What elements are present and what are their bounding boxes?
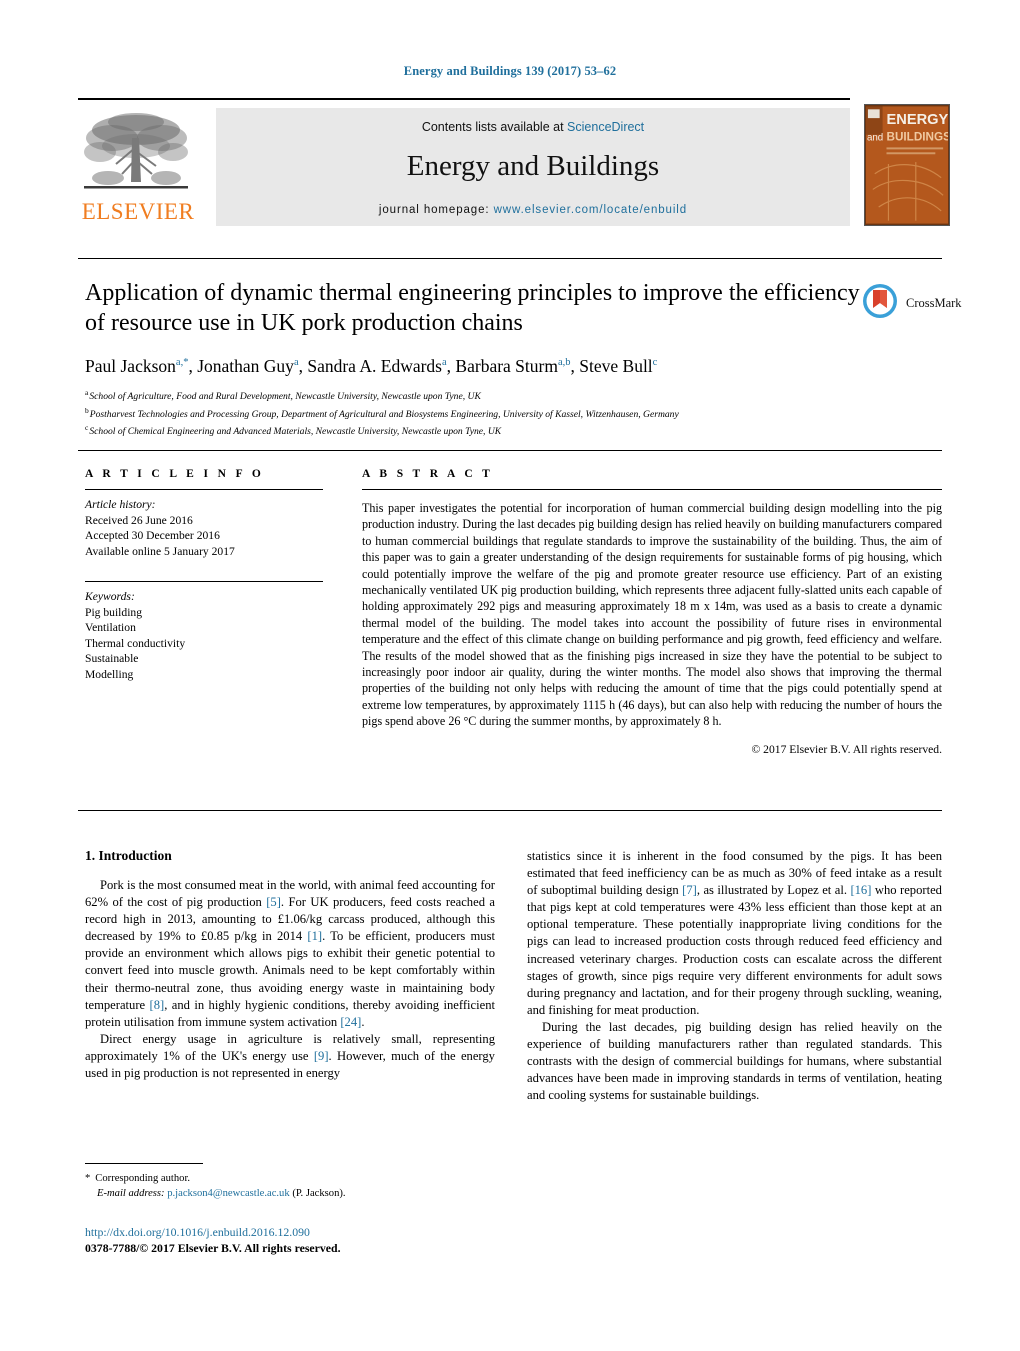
author-affiliation-mark: a [442, 357, 447, 368]
citation-link[interactable]: [1] [307, 929, 322, 943]
crossmark-icon [862, 283, 898, 324]
footnote-rule [85, 1163, 203, 1164]
author-affiliation-mark: a [293, 357, 299, 368]
citation-link[interactable]: [5] [266, 895, 281, 909]
journal-title: Energy and Buildings [406, 150, 660, 182]
svg-text:ENERGY: ENERGY [886, 112, 948, 128]
masthead-top-rule [78, 98, 850, 100]
author-name: Steve Bull [579, 355, 653, 376]
body-paragraph: statistics since it is inherent in the f… [527, 849, 942, 1017]
page-title: Application of dynamic thermal engineeri… [85, 280, 860, 336]
elsevier-wordmark: ELSEVIER [81, 199, 195, 224]
journal-homepage-line: journal homepage: www.elsevier.com/locat… [216, 204, 850, 216]
info-top-rule [78, 450, 942, 451]
author-name: Jonathan Guy [197, 355, 294, 376]
article-history-item: Accepted 30 December 2016 [85, 529, 220, 542]
abstract-heading: A B S T R A C T [362, 468, 494, 480]
keywords-rule [85, 581, 323, 582]
asterisk-icon: * [85, 1173, 91, 1184]
body-paragraph: Pork is the most consumed meat in the wo… [85, 878, 495, 1029]
body-separator-rule [78, 810, 942, 811]
author-name: Paul Jackson [85, 355, 176, 376]
affiliation-list: aSchool of Agriculture, Food and Rural D… [85, 386, 865, 439]
affiliation-row: cSchool of Chemical Engineering and Adva… [85, 421, 865, 439]
abstract-copyright: © 2017 Elsevier B.V. All rights reserved… [751, 742, 942, 756]
title-and-authors: Application of dynamic thermal engineeri… [85, 278, 865, 439]
affiliation-text: School of Chemical Engineering and Advan… [89, 426, 502, 438]
elsevier-logo: ELSEVIER [78, 108, 200, 226]
abstract-rule [362, 489, 942, 490]
author-affiliation-mark: c [652, 357, 658, 368]
affiliation-row: bPostharvest Technologies and Processing… [85, 404, 865, 422]
keyword-item: Pig building [85, 605, 143, 619]
article-history-lines: Received 26 June 2016 Accepted 30 Decembe… [85, 513, 323, 560]
sciencedirect-link[interactable]: ScienceDirect [567, 120, 644, 134]
doi-link[interactable]: http://dx.doi.org/10.1016/j.enbuild.2016… [85, 1224, 585, 1240]
journal-cover-thumbnail: ENERGY and BUILDINGS [864, 104, 950, 226]
body-left-column: 1. Introduction Pork is the most consume… [85, 848, 495, 1082]
citation-link[interactable]: [16] [850, 883, 871, 897]
keyword-item: Sustainable [85, 652, 139, 665]
email-line: E-mail address: p.jackson4@newcastle.ac.… [85, 1187, 505, 1202]
citation-link[interactable]: [7] [682, 883, 697, 897]
email-link[interactable]: p.jackson4@newcastle.ac.uk [167, 1188, 289, 1199]
article-history-item: Received 26 June 2016 [85, 513, 193, 527]
citation-link[interactable]: [9] [314, 1049, 329, 1063]
title-separator-rule [78, 258, 942, 259]
abstract-text: This paper investigates the potential fo… [362, 501, 942, 729]
article-info-rule [85, 489, 323, 490]
author-name: Barbara Sturm [455, 355, 558, 376]
contents-available-line: Contents lists available at ScienceDirec… [216, 108, 850, 134]
abstract-column: A B S T R A C T This paper investigates … [362, 468, 942, 756]
affiliation-text: Postharvest Technologies and Processing … [89, 408, 679, 420]
article-info-heading: A R T I C L E I N F O [85, 468, 265, 480]
svg-text:and: and [867, 133, 883, 144]
keywords-label: Keywords: [85, 590, 135, 603]
article-history-label: Article history: [85, 498, 156, 511]
affiliation-mark: a [85, 387, 89, 397]
citation-link[interactable]: [8] [150, 998, 165, 1012]
page-footer: http://dx.doi.org/10.1016/j.enbuild.2016… [85, 1224, 585, 1256]
journal-cover-art: ENERGY and BUILDINGS [865, 105, 949, 225]
keyword-item: Ventilation [85, 621, 136, 634]
keywords-lines: Pig building Ventilation Thermal conductiv… [85, 605, 323, 683]
email-suffix: (P. Jackson). [292, 1187, 346, 1199]
body-right-column: statistics since it is inherent in the f… [527, 848, 942, 1104]
author-name: Sandra A. Edwards [307, 355, 442, 376]
contents-banner: Contents lists available at ScienceDirec… [216, 108, 850, 226]
crossmark-badge-group[interactable]: CrossMark [862, 283, 962, 327]
corresponding-author-line: * Corresponding author. [85, 1172, 505, 1187]
keyword-item: Thermal conductivity [85, 636, 186, 650]
issn-copyright-line: 0378-7788/© 2017 Elsevier B.V. All right… [85, 1241, 341, 1255]
article-info-column: A R T I C L E I N F O Article history: R… [85, 468, 323, 682]
author-affiliation-mark: a,b [557, 357, 571, 368]
crossmark-label: CrossMark [906, 296, 962, 310]
author-list: Paul Jacksona,*, Jonathan Guya, Sandra A… [85, 355, 658, 376]
journal-masthead: ELSEVIER Contents lists available at Sci… [78, 98, 950, 230]
affiliation-text: School of Agriculture, Food and Rural De… [89, 391, 481, 403]
running-head: Energy and Buildings 139 (2017) 53–62 [403, 64, 617, 78]
paper-page: Energy and Buildings 139 (2017) 53–62 EL… [0, 0, 1020, 1351]
corresponding-author-footnote: * Corresponding author. E-mail address: p… [85, 1172, 505, 1201]
affiliation-row: aSchool of Agriculture, Food and Rural D… [85, 386, 865, 404]
author-affiliation-mark: a,* [175, 357, 189, 368]
keyword-item: Modelling [85, 667, 134, 681]
elsevier-tree-icon [84, 113, 188, 189]
affiliation-mark: c [85, 423, 89, 433]
article-history-item: Available online 5 January 2017 [85, 544, 235, 558]
section-heading-introduction: 1. Introduction [85, 848, 172, 863]
contents-prefix: Contents lists available at [421, 120, 564, 134]
email-label: E-mail address: [97, 1187, 165, 1199]
affiliation-mark: b [85, 405, 89, 415]
journal-homepage-link[interactable]: www.elsevier.com/locate/enbuild [494, 204, 687, 216]
right-column-paragraphs: statistics since it is inherent in the f… [527, 848, 942, 1104]
corresponding-author-text: Corresponding author. [95, 1173, 191, 1184]
left-column-paragraphs: Pork is the most consumed meat in the wo… [85, 877, 495, 1082]
citation-link[interactable]: [24] [340, 1015, 361, 1029]
svg-text:BUILDINGS: BUILDINGS [886, 131, 949, 144]
body-paragraph: Direct energy usage in agriculture is re… [85, 1031, 495, 1081]
body-paragraph: During the last decades, pig building de… [527, 1019, 942, 1103]
homepage-prefix: journal homepage: [378, 204, 490, 216]
